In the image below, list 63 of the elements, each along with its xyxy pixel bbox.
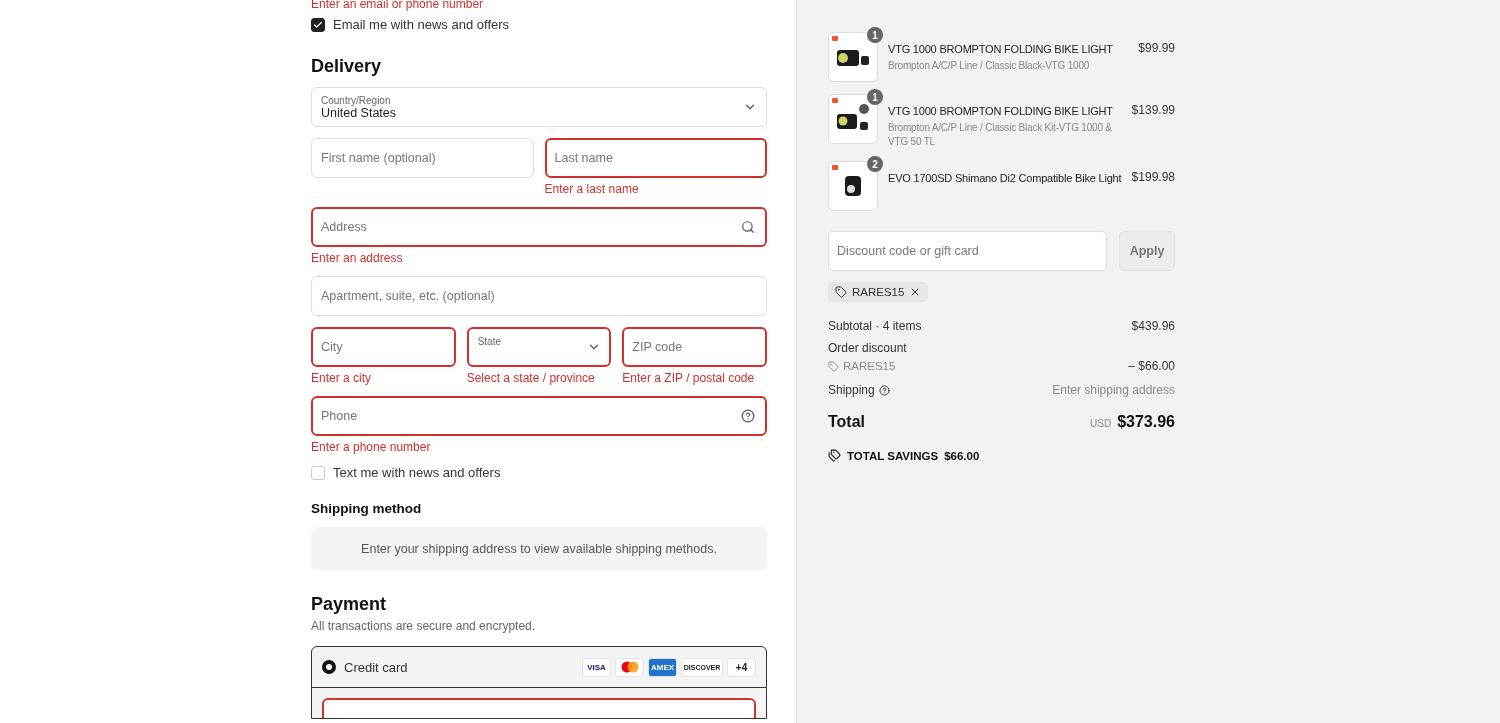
help-icon (741, 409, 755, 423)
flag-icon (832, 36, 838, 41)
total-label: Total (828, 413, 866, 431)
flag-icon (832, 165, 838, 170)
input-field[interactable]: Phone (311, 396, 767, 436)
shipping-notice: Enter your shipping address to view available shipping methods. (311, 527, 767, 570)
summary-value: Enter shipping address (1052, 383, 1175, 397)
total-value: $373.96 (1117, 413, 1175, 430)
error-message: Enter a city (311, 371, 373, 385)
checkbox[interactable] (311, 17, 325, 32)
payment-method-label: Credit card (344, 659, 408, 675)
product-price: $99.99 (1138, 40, 1175, 55)
section-heading: Payment (311, 594, 388, 615)
product-variant: Brompton A/C/P Line / Classic Black Kit-VTG 1000 & VTG 50 TL (888, 121, 1113, 149)
input-field[interactable]: Address (311, 207, 767, 247)
search-icon (741, 220, 755, 234)
payment-subtitle: All transactions are secure and encrypted. (311, 619, 537, 633)
tag-icon (835, 286, 847, 298)
apply-button[interactable]: Apply (1119, 231, 1175, 271)
summary-label: Shipping (828, 383, 875, 397)
discount-code: RARES15 (852, 286, 905, 298)
savings-label: TOTAL SAVINGS (847, 449, 939, 462)
visa-logo: VISA (582, 657, 611, 677)
savings-value: $66.00 (944, 449, 980, 462)
product-price: $199.98 (1131, 169, 1175, 184)
summary-label: Order discount (828, 341, 907, 355)
tags-icon (828, 449, 841, 462)
checkbox-label: Email me with news and offers (333, 17, 510, 32)
section-heading: Shipping method (311, 501, 423, 516)
product-name: EVO 1700SD Shimano Di2 Compatible Bike Light (888, 171, 1122, 186)
quantity-badge: 2 (867, 156, 883, 172)
checkbox-label: Text me with news and offers (333, 465, 501, 480)
product-name: VTG 1000 BROMPTON FOLDING BIKE LIGHT (888, 104, 1114, 119)
summary-label: Subtotal · 4 items (828, 319, 922, 333)
input-field[interactable]: Last name (544, 138, 767, 178)
state-select[interactable]: State (466, 327, 612, 367)
input-field[interactable]: City (311, 327, 456, 367)
product-price: $139.99 (1131, 102, 1175, 117)
flag-icon (832, 98, 838, 103)
error-message: Enter an email or phone number (311, 0, 485, 11)
discount-field[interactable]: Discount code or gift card (828, 231, 1107, 271)
product-name: VTG 1000 BROMPTON FOLDING BIKE LIGHT (888, 42, 1114, 57)
quantity-badge: 1 (867, 89, 883, 105)
error-message: Enter a phone number (311, 440, 432, 454)
error-message: Enter a last name (544, 182, 640, 196)
radio-button[interactable] (322, 660, 336, 674)
tag-icon (828, 360, 839, 372)
input-field[interactable]: ZIP code (622, 327, 767, 367)
amex-logo: AMEX (648, 657, 677, 677)
quantity-badge: 1 (867, 27, 883, 43)
more-cards-label: +4 (727, 657, 756, 677)
summary-value: $439.96 (1131, 319, 1175, 333)
error-message: Select a state / province (466, 371, 596, 385)
mastercard-logo (615, 657, 644, 677)
error-message: Enter a ZIP / postal code (622, 371, 756, 385)
country-select[interactable]: Country/Region United States (311, 87, 767, 127)
check-icon (313, 19, 323, 30)
error-message: Enter an address (311, 251, 404, 265)
discount-code: RARES15 (843, 360, 896, 372)
product-variant: Brompton A/C/P Line / Classic Black-VTG 1000 (888, 59, 1091, 73)
section-heading: Delivery (311, 56, 383, 77)
summary-value: – $66.00 (1128, 359, 1175, 373)
currency-label: USD (1090, 418, 1112, 429)
